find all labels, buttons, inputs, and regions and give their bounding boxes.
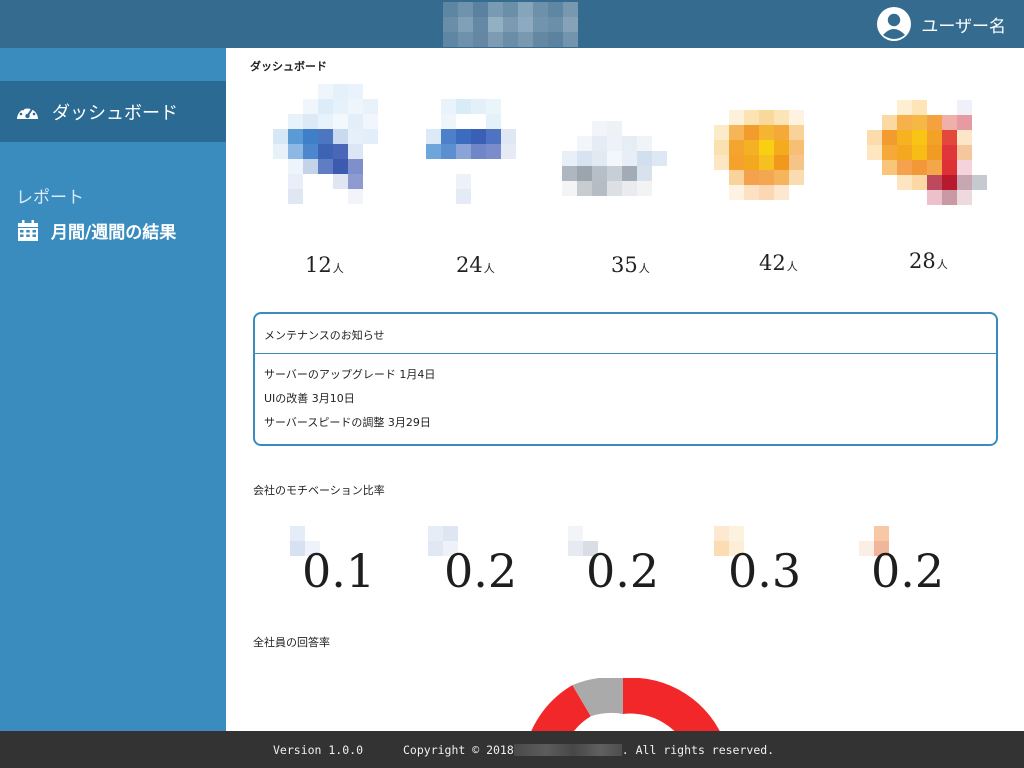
redacted-image xyxy=(714,110,834,230)
redacted-image xyxy=(562,121,682,241)
motivation-ratio: 0.1 xyxy=(302,544,376,598)
list-item: UIの改善 3月10日 xyxy=(264,392,355,405)
motivation-ratio: 0.2 xyxy=(444,544,518,598)
calendar-icon xyxy=(18,219,38,241)
redacted-image xyxy=(867,100,987,220)
user-menu[interactable]: ユーザー名 xyxy=(877,7,1006,41)
motivation-ratio: 0.2 xyxy=(871,544,945,598)
footer: Version 1.0.0 Copyright © 2018. All righ… xyxy=(0,731,1024,768)
user-name: ユーザー名 xyxy=(921,16,1006,37)
sidebar-item-label: 月間/週間の結果 xyxy=(51,222,177,243)
speedometer-icon xyxy=(17,105,38,119)
report-section-heading: レポート xyxy=(16,188,84,208)
donut-segment-red xyxy=(623,678,720,731)
redacted-image xyxy=(273,84,393,204)
top-header: ユーザー名 xyxy=(0,0,1024,48)
user-count: 24人 xyxy=(456,253,495,277)
motivation-ratio: 0.3 xyxy=(728,544,802,598)
brand-logo[interactable] xyxy=(443,2,578,47)
sidebar-item-dashboard[interactable]: ダッシュボード xyxy=(0,81,226,142)
list-item: サーバーのアップグレード 1月4日 xyxy=(264,368,436,381)
maintenance-notice-title: メンテナンスのお知らせ xyxy=(255,314,996,354)
maintenance-notice-panel: メンテナンスのお知らせ サーバーのアップグレード 1月4日 UIの改善 3月10… xyxy=(253,312,998,446)
response-rate-donut-chart xyxy=(531,678,720,731)
sidebar-item-label: ダッシュボード xyxy=(52,102,178,124)
motivation-ratio: 0.2 xyxy=(586,544,660,598)
user-count: 12人 xyxy=(305,253,344,277)
user-circle-icon xyxy=(877,7,912,41)
main-content: ダッシュボード 12人 24人 35人 42人 28人 メンテナンスのお知らせ … xyxy=(226,48,1024,731)
version-label: Version 1.0.0 xyxy=(273,743,364,757)
user-count: 35人 xyxy=(611,253,650,277)
sidebar: ダッシュボード レポート 月間/週間の結果 xyxy=(0,48,226,731)
user-count: 42人 xyxy=(759,251,798,275)
redacted-image xyxy=(426,84,546,204)
maintenance-notice-list: サーバーのアップグレード 1月4日 UIの改善 3月10日 サーバースピードの調… xyxy=(255,354,996,436)
sidebar-item-monthly-weekly[interactable]: 月間/週間の結果 xyxy=(0,215,226,245)
user-count: 28人 xyxy=(909,249,948,273)
page-title: ダッシュボード xyxy=(250,60,327,73)
response-rate-title: 全社員の回答率 xyxy=(253,636,330,649)
list-item: サーバースピードの調整 3月29日 xyxy=(264,416,431,429)
copyright-text: Copyright © 2018. All rights reserved. xyxy=(403,743,775,757)
motivation-title: 会社のモチベーション比率 xyxy=(253,484,385,497)
redacted-company-name xyxy=(513,744,622,756)
